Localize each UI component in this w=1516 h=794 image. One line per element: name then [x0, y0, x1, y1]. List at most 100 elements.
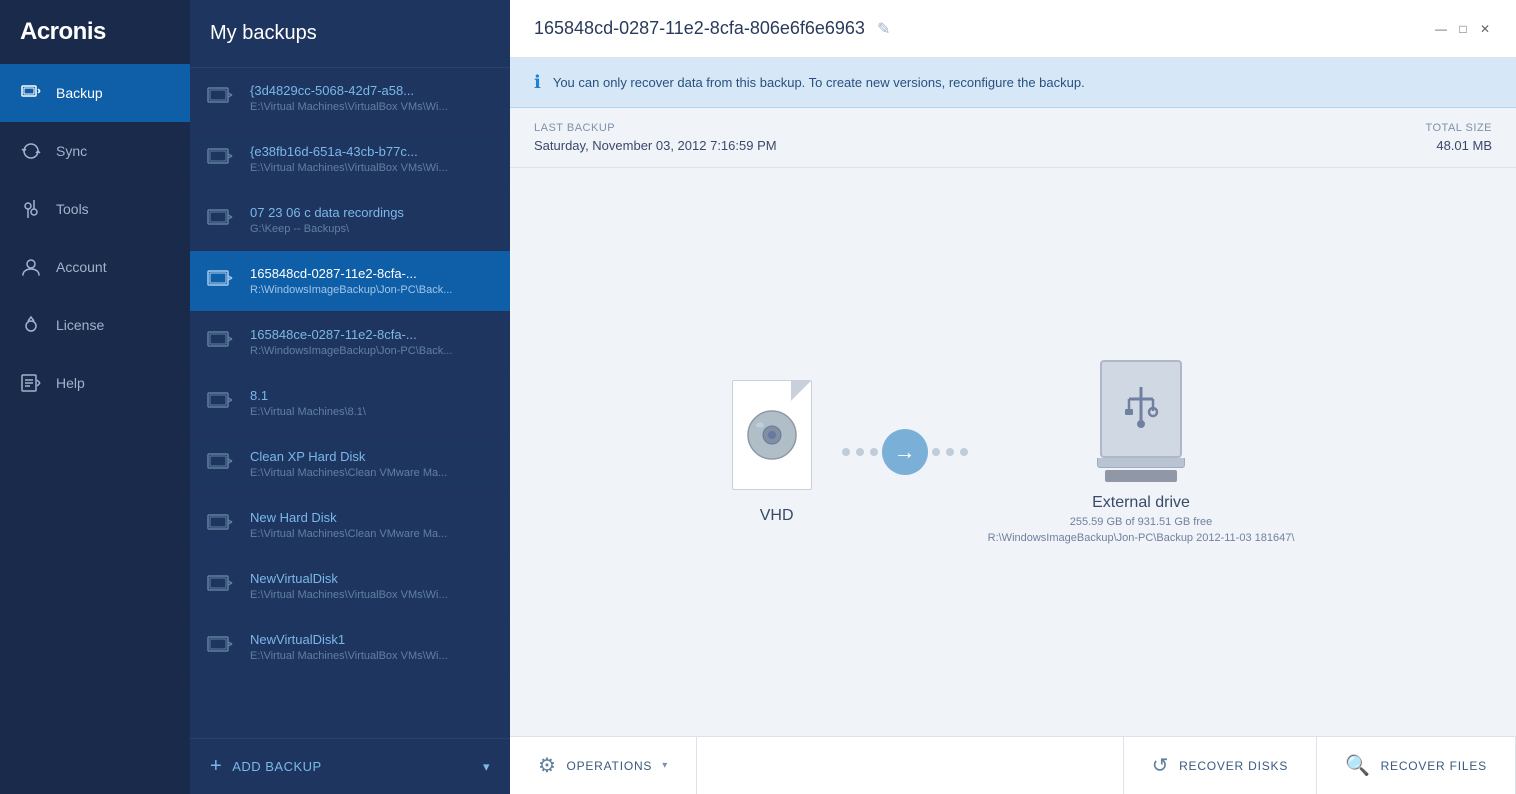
account-icon	[20, 256, 42, 278]
backup-list-header: My backups	[190, 0, 510, 68]
backup-item-text-0: {3d4829cc-5068-42d7-a58... E:\Virtual Ma…	[250, 83, 494, 113]
backup-item-text-9: NewVirtualDisk1 E:\Virtual Machines\Virt…	[250, 632, 494, 662]
backup-item-path-7: E:\Virtual Machines\Clean VMware Ma...	[250, 528, 494, 540]
recover-disks-icon: ↺	[1152, 753, 1169, 778]
total-size-value: 48.01 MB	[1425, 138, 1492, 153]
backup-item-path-8: E:\Virtual Machines\VirtualBox VMs\Wi...	[250, 589, 494, 601]
backup-item-name-0: {3d4829cc-5068-42d7-a58...	[250, 83, 494, 98]
sidebar-item-backup[interactable]: Backup	[0, 64, 190, 122]
backup-item-7[interactable]: New Hard Disk E:\Virtual Machines\Clean …	[190, 495, 510, 556]
recover-disks-label: RECOVER DISKS	[1179, 759, 1288, 773]
license-icon	[20, 314, 42, 336]
viz-source: VHD	[732, 380, 822, 525]
connector-dots-right	[932, 448, 968, 456]
backup-item-name-2: 07 23 06 c data recordings	[250, 205, 494, 220]
stat-last-backup: LAST BACKUP Saturday, November 03, 2012 …	[534, 122, 777, 153]
backup-item-text-2: 07 23 06 c data recordings G:\Keep -- Ba…	[250, 205, 494, 235]
sidebar-item-license[interactable]: License	[0, 296, 190, 354]
backup-item-9[interactable]: NewVirtualDisk1 E:\Virtual Machines\Virt…	[190, 617, 510, 678]
info-banner: ℹ You can only recover data from this ba…	[510, 58, 1516, 108]
backup-item-text-4: 165848ce-0287-11e2-8cfa-... R:\WindowsIm…	[250, 327, 494, 357]
backup-item-icon-7	[206, 509, 238, 541]
backup-item-0[interactable]: {3d4829cc-5068-42d7-a58... E:\Virtual Ma…	[190, 68, 510, 129]
backup-item-name-6: Clean XP Hard Disk	[250, 449, 494, 464]
backup-visualization: VHD →	[510, 168, 1516, 736]
viz-dest-label: External drive	[1092, 494, 1190, 512]
sidebar-item-label-sync: Sync	[56, 143, 87, 159]
backup-list-panel: My backups {3d4829cc-5068-42d7-a58... E:…	[190, 0, 510, 794]
backup-item-icon-2	[206, 204, 238, 236]
content-title: 165848cd-0287-11e2-8cfa-806e6f6e6963	[534, 18, 865, 39]
backup-item-icon-6	[206, 448, 238, 480]
viz-dest: External drive 255.59 GB of 931.51 GB fr…	[988, 360, 1295, 544]
viz-connector: →	[842, 429, 968, 475]
backup-item-icon-8	[206, 570, 238, 602]
operations-label: OPERATIONS	[566, 759, 652, 773]
operations-chevron-icon: ▾	[662, 760, 668, 771]
last-backup-value: Saturday, November 03, 2012 7:16:59 PM	[534, 138, 777, 153]
add-backup-bar[interactable]: + ADD BACKUP ▾	[190, 738, 510, 794]
add-plus-icon: +	[210, 755, 222, 778]
recover-files-icon: 🔍	[1345, 753, 1370, 778]
content-header: 165848cd-0287-11e2-8cfa-806e6f6e6963 ✎ —…	[510, 0, 1516, 58]
sidebar-item-label-backup: Backup	[56, 85, 103, 101]
backup-item-icon-0	[206, 82, 238, 114]
backup-item-4[interactable]: 165848ce-0287-11e2-8cfa-... R:\WindowsIm…	[190, 312, 510, 373]
sidebar-item-account[interactable]: Account	[0, 238, 190, 296]
backup-item-1[interactable]: {e38fb16d-651a-43cb-b77c... E:\Virtual M…	[190, 129, 510, 190]
last-backup-label: LAST BACKUP	[534, 122, 777, 134]
gear-icon: ⚙	[538, 753, 556, 778]
backup-item-name-3: 165848cd-0287-11e2-8cfa-...	[250, 266, 494, 281]
sidebar-item-help[interactable]: Help	[0, 354, 190, 412]
dot-6	[960, 448, 968, 456]
backup-item-path-3: R:\WindowsImageBackup\Jon-PC\Back...	[250, 284, 494, 296]
total-size-label: TOTAL SIZE	[1425, 122, 1492, 134]
maximize-button[interactable]: □	[1456, 22, 1470, 36]
backup-items-list: {3d4829cc-5068-42d7-a58... E:\Virtual Ma…	[190, 68, 510, 738]
backup-item-2[interactable]: 07 23 06 c data recordings G:\Keep -- Ba…	[190, 190, 510, 251]
backup-item-icon-9	[206, 631, 238, 663]
recover-files-button[interactable]: 🔍 RECOVER FILES	[1316, 737, 1516, 794]
sidebar-nav: Backup Sync	[0, 64, 190, 794]
close-button[interactable]: ✕	[1478, 22, 1492, 36]
bottom-toolbar: ⚙ OPERATIONS ▾ ↺ RECOVER DISKS 🔍 RECOVER…	[510, 736, 1516, 794]
vhd-icon-container	[732, 380, 822, 495]
backup-item-icon-3	[206, 265, 238, 297]
sidebar-item-label-help: Help	[56, 375, 85, 391]
dot-1	[842, 448, 850, 456]
dot-2	[856, 448, 864, 456]
operations-button[interactable]: ⚙ OPERATIONS ▾	[510, 737, 697, 794]
main-content: 165848cd-0287-11e2-8cfa-806e6f6e6963 ✎ —…	[510, 0, 1516, 794]
backup-item-8[interactable]: NewVirtualDisk E:\Virtual Machines\Virtu…	[190, 556, 510, 617]
backup-item-3[interactable]: 165848cd-0287-11e2-8cfa-... R:\WindowsIm…	[190, 251, 510, 312]
dot-3	[870, 448, 878, 456]
stats-bar: LAST BACKUP Saturday, November 03, 2012 …	[510, 108, 1516, 168]
sidebar-item-sync[interactable]: Sync	[0, 122, 190, 180]
sidebar-item-label-tools: Tools	[56, 201, 89, 217]
backup-item-text-1: {e38fb16d-651a-43cb-b77c... E:\Virtual M…	[250, 144, 494, 174]
backup-item-name-7: New Hard Disk	[250, 510, 494, 525]
minimize-button[interactable]: —	[1434, 22, 1448, 36]
viz-dest-size: 255.59 GB of 931.51 GB free	[1070, 516, 1212, 528]
backup-item-5[interactable]: 8.1 E:\Virtual Machines\8.1\	[190, 373, 510, 434]
app-container: Acronis Backup	[0, 0, 1516, 794]
backup-item-path-5: E:\Virtual Machines\8.1\	[250, 406, 494, 418]
window-controls: — □ ✕	[1434, 22, 1492, 36]
dot-4	[932, 448, 940, 456]
backup-item-name-9: NewVirtualDisk1	[250, 632, 494, 647]
backup-item-text-8: NewVirtualDisk E:\Virtual Machines\Virtu…	[250, 571, 494, 601]
app-logo: Acronis	[0, 0, 190, 64]
backup-item-6[interactable]: Clean XP Hard Disk E:\Virtual Machines\C…	[190, 434, 510, 495]
sidebar: Acronis Backup	[0, 0, 190, 794]
backup-item-text-7: New Hard Disk E:\Virtual Machines\Clean …	[250, 510, 494, 540]
recover-disks-button[interactable]: ↺ RECOVER DISKS	[1123, 737, 1316, 794]
info-icon: ℹ	[534, 72, 541, 93]
sidebar-item-label-license: License	[56, 317, 104, 333]
backup-item-text-3: 165848cd-0287-11e2-8cfa-... R:\WindowsIm…	[250, 266, 494, 296]
sidebar-item-tools[interactable]: Tools	[0, 180, 190, 238]
edit-icon[interactable]: ✎	[877, 19, 890, 39]
backup-item-path-9: E:\Virtual Machines\VirtualBox VMs\Wi...	[250, 650, 494, 662]
dot-5	[946, 448, 954, 456]
backup-item-path-4: R:\WindowsImageBackup\Jon-PC\Back...	[250, 345, 494, 357]
add-backup-label: ADD BACKUP	[232, 759, 322, 774]
